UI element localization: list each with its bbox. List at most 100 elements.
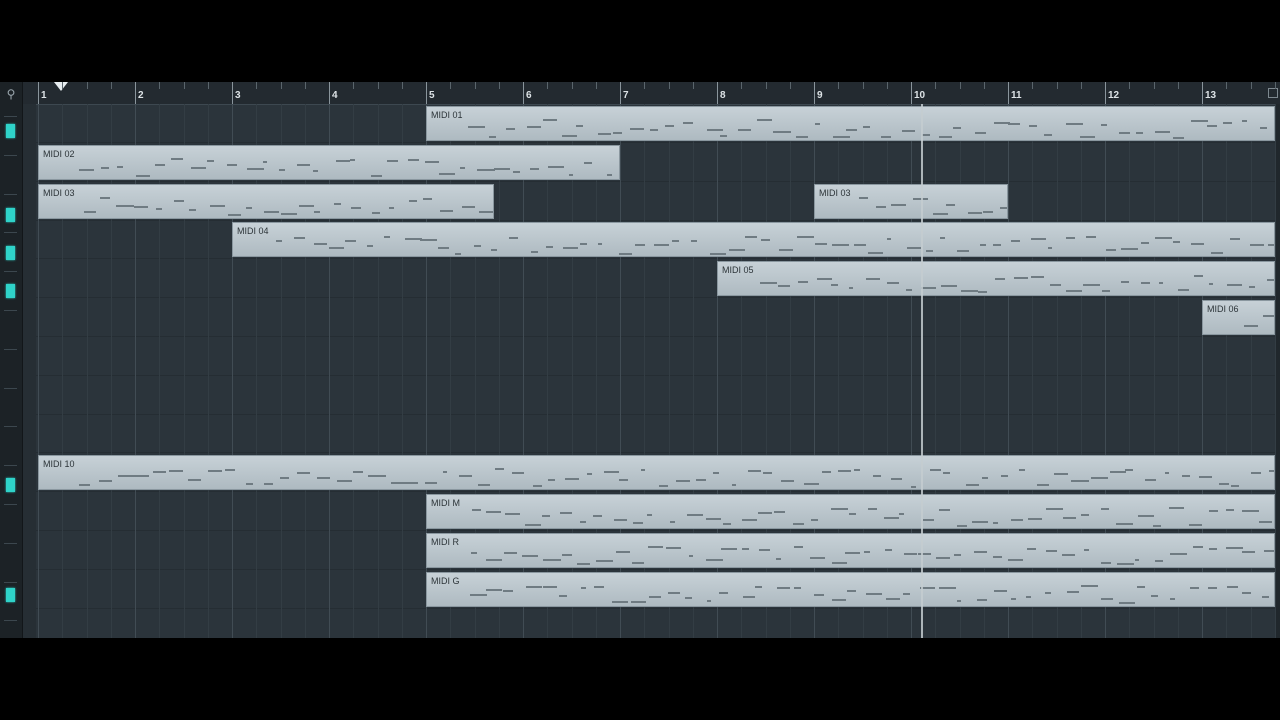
midi-part[interactable]: MIDI 04 — [232, 222, 1275, 258]
track-strip-tick — [4, 504, 17, 505]
midi-note — [747, 469, 761, 472]
midi-note — [975, 131, 987, 134]
ruler-beat-tick — [498, 82, 500, 89]
midi-note — [1251, 472, 1261, 475]
midi-note — [795, 135, 809, 138]
midi-note — [706, 559, 723, 561]
ruler-menu-icon[interactable] — [1268, 88, 1278, 98]
midi-note — [1158, 282, 1164, 285]
ruler-beat-tick — [1080, 82, 1082, 89]
midi-note — [845, 128, 857, 131]
midi-note — [565, 478, 579, 481]
midi-note — [1137, 586, 1145, 589]
midi-part-label: MIDI G — [431, 575, 460, 586]
midi-part[interactable]: MIDI 03 — [814, 183, 1008, 219]
midi-part-label: MIDI 04 — [237, 226, 269, 237]
midi-note — [1244, 325, 1259, 328]
midi-note — [1241, 509, 1259, 512]
midi-note — [1008, 558, 1024, 561]
midi-part[interactable]: MIDI 05 — [717, 261, 1275, 297]
track-level-meter — [6, 124, 15, 138]
vertical-scrollbar[interactable] — [1276, 104, 1280, 638]
track-strip-tick — [4, 387, 17, 389]
midi-part[interactable]: MIDI 02 — [38, 144, 620, 180]
midi-part[interactable]: MIDI 10 — [38, 455, 1275, 491]
midi-note — [404, 481, 418, 484]
midi-part[interactable]: MIDI 06 — [1202, 300, 1275, 335]
arrange-area[interactable]: MIDI 01 MIDI 02 MIDI 03 MIDI 03 MIDI 04 MIDI … — [36, 104, 1280, 638]
midi-note — [454, 253, 462, 256]
midi-note — [115, 204, 134, 207]
ruler-bar-label: 7 — [623, 90, 629, 101]
midi-note — [471, 551, 477, 554]
midi-note — [604, 470, 620, 473]
midi-part[interactable]: MIDI G — [426, 571, 1275, 607]
midi-note — [953, 553, 962, 556]
track-level-meter — [6, 478, 15, 492]
midi-note — [615, 550, 631, 553]
midi-note — [504, 513, 521, 516]
ruler-bar-label: 10 — [914, 90, 926, 101]
midi-part[interactable]: MIDI R — [426, 532, 1275, 568]
timeline-ruler[interactable]: 1 2 3 4 5 6 7 8 9 10 11 12 13 — [23, 82, 1280, 105]
track-divider — [36, 374, 1280, 376]
midi-note — [891, 478, 902, 481]
track-strip-tick — [4, 620, 17, 622]
midi-note — [686, 513, 703, 516]
midi-note — [116, 166, 124, 169]
midi-note — [1169, 552, 1187, 555]
track-divider — [36, 530, 1280, 531]
midi-note — [932, 213, 948, 216]
midi-note — [169, 469, 184, 472]
midi-note — [545, 246, 554, 249]
midi-note — [1226, 585, 1239, 588]
ruler-beat-tick — [886, 82, 888, 89]
midi-note — [1120, 281, 1129, 284]
ruler-beat-tick — [595, 82, 597, 89]
midi-note — [1193, 275, 1204, 278]
midi-note — [713, 471, 719, 474]
midi-note — [548, 478, 556, 481]
midi-note — [84, 211, 96, 214]
midi-note — [1011, 239, 1021, 242]
midi-note — [512, 170, 520, 173]
midi-note — [100, 196, 110, 199]
midi-note — [1268, 243, 1274, 246]
playhead-marker-icon[interactable] — [54, 82, 68, 91]
midi-note — [741, 518, 758, 521]
midi-note — [579, 243, 587, 246]
midi-note — [831, 562, 848, 565]
midi-note — [1164, 472, 1170, 475]
midi-note — [974, 550, 988, 553]
midi-note — [1045, 550, 1058, 553]
midi-note — [367, 245, 374, 248]
ruler-beat-tick — [377, 82, 379, 89]
ruler-bar-tick — [232, 82, 233, 104]
search-icon[interactable]: ⚲ — [0, 84, 22, 104]
midi-note — [314, 242, 327, 245]
ruler-beat-tick — [1177, 82, 1179, 89]
midi-note — [922, 133, 930, 136]
playhead-cursor[interactable] — [920, 104, 923, 638]
midi-note — [598, 133, 611, 136]
midi-note — [1025, 596, 1031, 599]
midi-note — [442, 470, 448, 473]
midi-part[interactable]: MIDI M — [426, 494, 1275, 529]
midi-note — [470, 594, 487, 597]
midi-note — [1030, 237, 1046, 240]
midi-note — [530, 251, 538, 254]
midi-note — [1101, 124, 1108, 126]
midi-note — [188, 478, 202, 481]
midi-note — [133, 205, 149, 208]
midi-note — [775, 557, 781, 560]
track-strip-tick — [4, 348, 17, 350]
ruler-beat-tick — [935, 82, 937, 89]
midi-note — [676, 479, 690, 482]
midi-note — [1226, 547, 1244, 550]
midi-note — [817, 278, 833, 281]
midi-part[interactable]: MIDI 01 — [426, 106, 1275, 141]
midi-note — [606, 173, 613, 176]
midi-note — [477, 483, 490, 486]
midi-note — [224, 468, 235, 471]
midi-part[interactable]: MIDI 03 — [38, 183, 494, 219]
